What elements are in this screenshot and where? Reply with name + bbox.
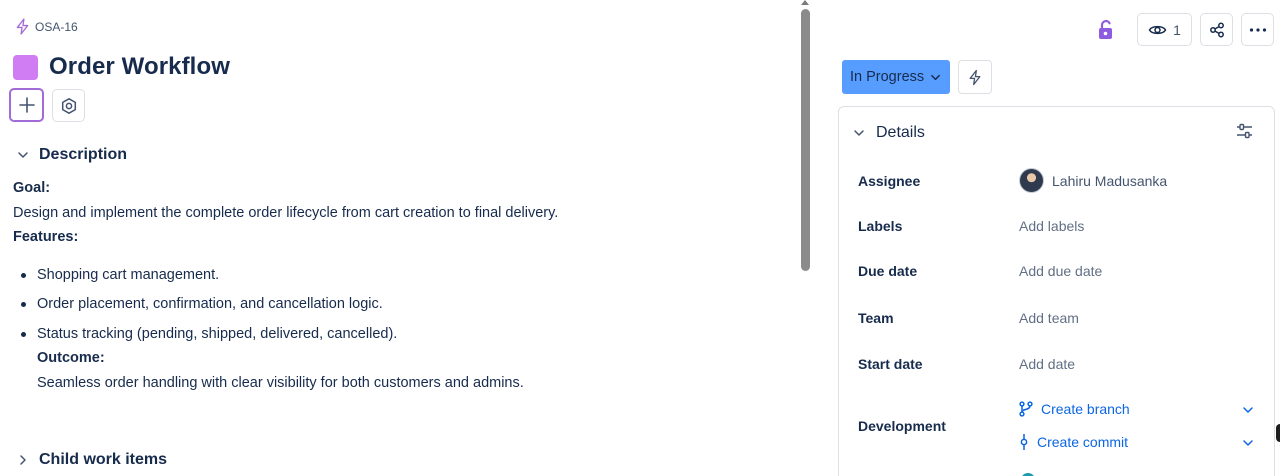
create-commit-dropdown[interactable]	[1242, 436, 1254, 454]
details-panel: Details Assignee Lahiru Madusanka Labels…	[838, 106, 1275, 476]
eye-icon	[1148, 25, 1167, 34]
list-item: Shopping cart management.	[13, 263, 773, 288]
assignee-field[interactable]: Lahiru Madusanka	[1019, 168, 1167, 193]
due-date-field[interactable]: Add due date	[1019, 263, 1102, 279]
status-label: In Progress	[850, 69, 925, 85]
edge-handle[interactable]	[1276, 424, 1280, 442]
development-label: Development	[858, 418, 946, 434]
avatar	[1019, 168, 1044, 193]
status-dropdown[interactable]: In Progress	[842, 60, 951, 94]
work-item-side-pane: 1 In Progress Details Assignee Lahiru Ma…	[815, 0, 1280, 476]
create-branch-link[interactable]: Create branch	[1019, 401, 1130, 417]
more-icon	[1249, 27, 1266, 32]
create-commit-label: Create commit	[1037, 434, 1129, 450]
apps-button[interactable]	[52, 89, 85, 122]
team-field[interactable]: Add team	[1019, 310, 1079, 326]
child-work-items-toggle[interactable]: Child work items	[17, 451, 167, 469]
chevron-right-icon	[20, 455, 26, 465]
work-item-main-pane: OSA-16 Order Workflow Description Goal: …	[0, 0, 800, 476]
goal-label: Goal:	[13, 180, 51, 196]
work-item-key-link[interactable]: OSA-16	[15, 18, 78, 35]
outcome-label: Outcome:	[37, 350, 105, 366]
scroll-up-arrow-icon[interactable]	[801, 0, 809, 5]
restriction-button[interactable]	[1094, 14, 1118, 46]
lock-open-icon	[1099, 19, 1112, 39]
main-scrollbar[interactable]	[801, 0, 810, 476]
labels-field[interactable]: Add labels	[1019, 218, 1084, 234]
list-item: Status tracking (pending, shipped, deliv…	[13, 322, 773, 396]
chevron-down-icon	[1243, 407, 1253, 413]
team-label: Team	[858, 310, 894, 326]
details-heading: Details	[876, 124, 925, 141]
share-icon	[1209, 22, 1224, 37]
chevron-down-icon	[931, 74, 941, 80]
details-section-toggle[interactable]: Details	[853, 124, 925, 142]
assignee-name: Lahiru Madusanka	[1052, 172, 1168, 189]
create-commit-link[interactable]: Create commit	[1019, 434, 1128, 450]
work-item-type-icon	[13, 54, 38, 80]
work-item-key: OSA-16	[35, 19, 78, 34]
more-actions-button[interactable]	[1241, 13, 1274, 46]
hexagon-settings-icon	[61, 97, 76, 114]
description-heading: Description	[39, 146, 128, 163]
chevron-down-icon	[854, 130, 864, 136]
start-date-field[interactable]: Add date	[1019, 356, 1075, 372]
lightning-bolt-icon	[16, 18, 29, 35]
child-work-items-heading: Child work items	[39, 451, 168, 468]
sliders-icon	[1237, 123, 1252, 139]
chevron-down-icon	[18, 152, 28, 158]
plus-icon	[18, 97, 35, 113]
automation-button[interactable]	[958, 60, 993, 94]
configure-fields-button[interactable]	[1236, 123, 1253, 144]
labels-label: Labels	[858, 218, 903, 234]
lightning-bolt-icon	[969, 69, 981, 85]
features-list: Shopping cart management. Order placemen…	[13, 263, 773, 396]
due-date-label: Due date	[858, 263, 918, 279]
commit-icon	[1020, 434, 1028, 450]
description-section-toggle[interactable]: Description	[17, 146, 127, 164]
watch-button[interactable]: 1	[1137, 13, 1192, 46]
create-branch-dropdown[interactable]	[1242, 403, 1254, 421]
branch-icon	[1019, 401, 1033, 417]
assignee-label: Assignee	[858, 173, 921, 189]
start-date-label: Start date	[858, 356, 923, 372]
share-button[interactable]	[1200, 13, 1233, 46]
page-title[interactable]: Order Workflow	[49, 53, 230, 81]
chevron-down-icon	[1243, 440, 1253, 446]
features-label: Features:	[13, 229, 79, 245]
add-button[interactable]	[9, 88, 44, 122]
description-content[interactable]: Goal: Design and implement the complete …	[13, 176, 773, 400]
goal-text: Design and implement the complete order …	[13, 204, 559, 221]
watch-count: 1	[1173, 21, 1181, 38]
list-item: Order placement, confirmation, and cance…	[13, 292, 773, 317]
outcome-text: Seamless order handling with clear visib…	[37, 374, 524, 391]
scrollbar-thumb[interactable]	[801, 9, 810, 271]
create-branch-label: Create branch	[1041, 401, 1130, 417]
